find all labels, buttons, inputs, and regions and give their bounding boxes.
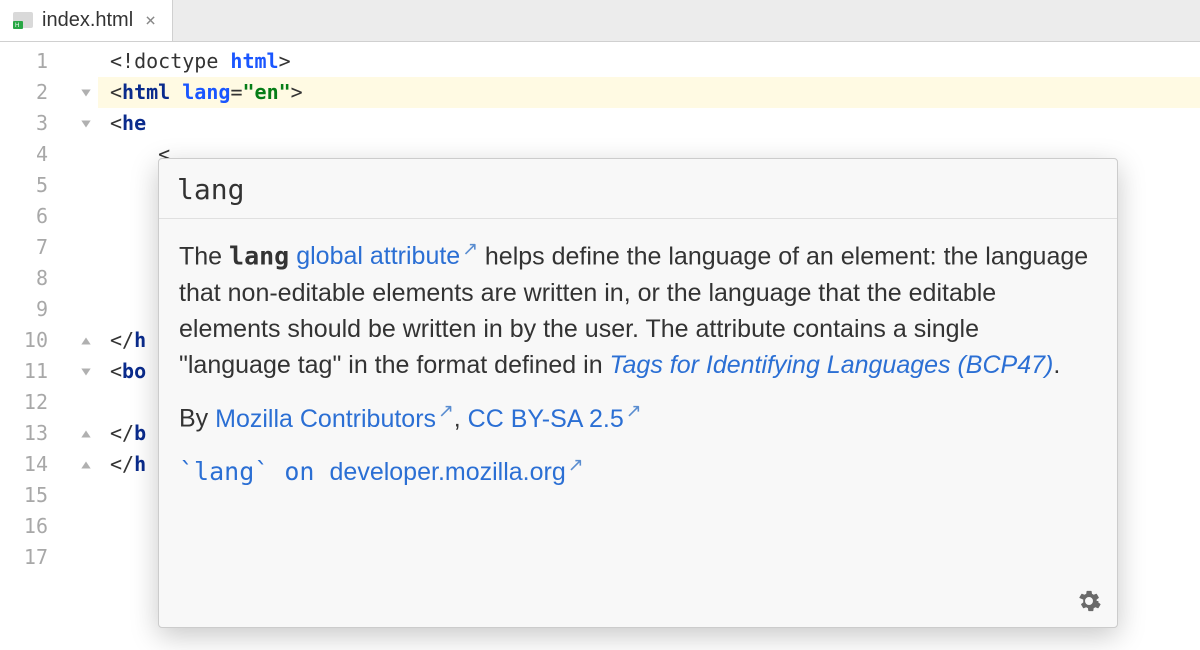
fold-toggle-icon[interactable] <box>78 77 94 108</box>
line-number: 12 <box>0 387 76 418</box>
external-link-icon: ↗ <box>626 397 642 424</box>
line-number: 4 <box>0 139 76 170</box>
line-number: 7 <box>0 232 76 263</box>
popup-title: lang <box>159 159 1117 219</box>
line-number: 16 <box>0 511 76 542</box>
line-number: 3 <box>0 108 76 139</box>
external-link-icon: ↗ <box>462 235 478 262</box>
external-link-icon: ↗ <box>568 451 584 478</box>
line-number: 9 <box>0 294 76 325</box>
popup-body: The lang global attribute↗ helps define … <box>159 219 1117 627</box>
mdn-link[interactable]: `lang` on developer.mozilla.org↗ <box>179 458 583 486</box>
html-file-icon: H <box>12 9 34 31</box>
fold-column <box>76 42 98 650</box>
line-number: 11 <box>0 356 76 387</box>
line-number: 17 <box>0 542 76 573</box>
line-number: 6 <box>0 201 76 232</box>
fold-end-icon[interactable] <box>78 449 94 480</box>
gear-icon[interactable] <box>1077 587 1105 615</box>
bcp47-link[interactable]: Tags for Identifying Languages (BCP47) <box>610 351 1054 379</box>
line-number: 14 <box>0 449 76 480</box>
code-line-active[interactable]: <html lang="en"> <box>98 77 1200 108</box>
line-number: 15 <box>0 480 76 511</box>
popup-attribution: By Mozilla Contributors↗, CC BY-SA 2.5↗ <box>179 397 1097 437</box>
documentation-popup: lang The lang global attribute↗ helps de… <box>158 158 1118 628</box>
svg-text:H: H <box>15 23 19 29</box>
editor-area: 1 2 3 4 5 6 7 8 9 10 11 12 13 14 15 16 1… <box>0 42 1200 650</box>
line-number: 8 <box>0 263 76 294</box>
mozilla-contributors-link[interactable]: Mozilla Contributors↗ <box>215 405 454 433</box>
line-number-gutter: 1 2 3 4 5 6 7 8 9 10 11 12 13 14 15 16 1… <box>0 42 76 650</box>
line-number: 1 <box>0 46 76 77</box>
file-tab[interactable]: H index.html × <box>0 0 173 41</box>
popup-mdn-link-row: `lang` on developer.mozilla.org↗ <box>179 451 1097 491</box>
tab-bar: H index.html × <box>0 0 1200 42</box>
global-attribute-link[interactable]: global attribute↗ <box>296 242 478 270</box>
line-number: 10 <box>0 325 76 356</box>
fold-end-icon[interactable] <box>78 325 94 356</box>
line-number: 13 <box>0 418 76 449</box>
line-number: 5 <box>0 170 76 201</box>
license-link[interactable]: CC BY-SA 2.5↗ <box>468 405 642 433</box>
fold-toggle-icon[interactable] <box>78 108 94 139</box>
code-line[interactable]: <he <box>98 108 1200 139</box>
close-icon[interactable]: × <box>141 10 160 31</box>
fold-toggle-icon[interactable] <box>78 356 94 387</box>
line-number: 2 <box>0 77 76 108</box>
tab-filename: index.html <box>42 9 133 32</box>
code-line[interactable]: <!doctype html> <box>98 46 1200 77</box>
external-link-icon: ↗ <box>438 397 454 424</box>
popup-description: The lang global attribute↗ helps define … <box>179 235 1097 383</box>
fold-end-icon[interactable] <box>78 418 94 449</box>
